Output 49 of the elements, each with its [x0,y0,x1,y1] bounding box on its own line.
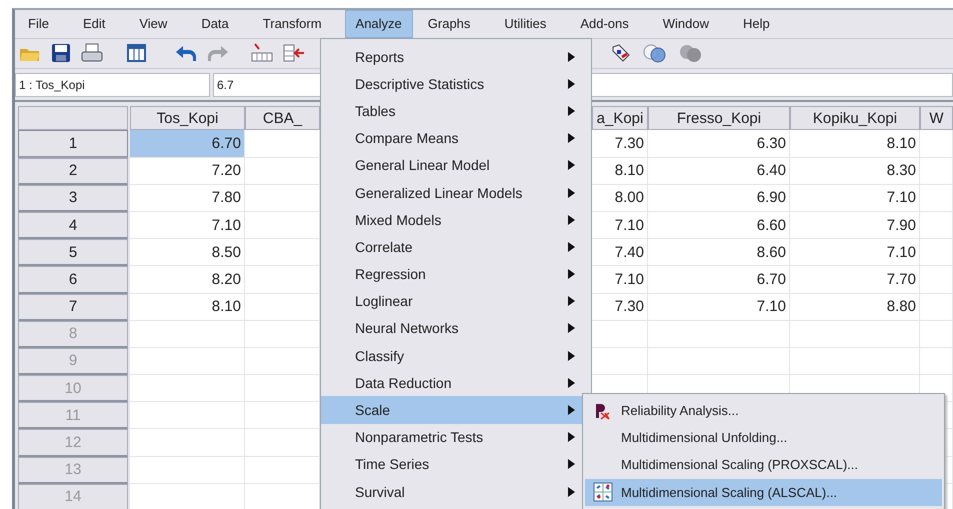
menu-item-label: Survival [355,484,405,500]
menu-item-label: Neural Networks [355,320,458,336]
table-cell: 8.80 [790,294,920,321]
table-cell: 7.30 [592,130,648,158]
table-cell: 6.60 [648,212,790,240]
table-cell: 8.00 [592,184,648,212]
table-cell: 7.10 [790,184,920,212]
menu-item-label: Compare Means [355,130,458,146]
menu-item-label: Mixed Models [355,212,442,228]
table-cell: 8.20 [130,266,245,294]
table-cell: 6.70 [130,130,245,158]
menu-item-label: Generalized Linear Models [355,184,522,201]
menu-item-label: Descriptive Statistics [355,76,484,92]
table-cell: 7.70 [790,266,920,294]
table-cell: 6.30 [648,130,790,158]
table-cell: 7.90 [790,212,920,240]
table-cell: 8.60 [648,239,790,266]
menu-item-label: Correlate [355,238,413,255]
menu-item-label: Reports [355,48,404,65]
table-cell: 8.10 [790,130,920,158]
table-cell: 7.20 [130,158,245,185]
table-cell: 7.10 [592,212,648,240]
table-cell: 6.90 [648,184,790,212]
menu-item-label: Regression [355,266,426,282]
menu-item-label: Reliability Analysis... [621,403,739,418]
table-cell: 7.10 [790,239,920,266]
table-cell: 7.40 [592,239,648,266]
table-cell: 6.40 [648,158,790,185]
menu-item-label: Tables [355,102,396,119]
table-cell: 8.10 [592,158,648,185]
table-cell: 7.10 [592,266,648,294]
table-cell: 7.10 [130,212,245,240]
table-cell: 8.10 [130,294,245,321]
menu-item-label: Loglinear [355,293,413,310]
table-cell: 7.80 [130,184,245,212]
menu-item-label: Time Series [355,456,430,472]
menu-item-label: Nonparametric Tests [355,429,484,446]
table-cell: 8.50 [130,239,245,266]
menu-item-label: Data Reduction [355,374,452,391]
table-cell: 6.70 [648,266,790,294]
table-cell: 7.30 [592,294,648,321]
menu-item-label: Multidimensional Unfolding... [621,430,788,446]
menu-item-label: Multidimensional Scaling (ALSCAL)... [621,484,838,500]
table-cell: 7.10 [648,294,790,321]
table-cell: 8.30 [790,158,920,185]
menu-item-label: Multidimensional Scaling (PROXSCAL)... [621,457,858,472]
menu-item-label: General Linear Model [355,157,490,174]
menu-item-label: Scale [355,402,390,418]
menu-item-label: Classify [355,348,404,364]
